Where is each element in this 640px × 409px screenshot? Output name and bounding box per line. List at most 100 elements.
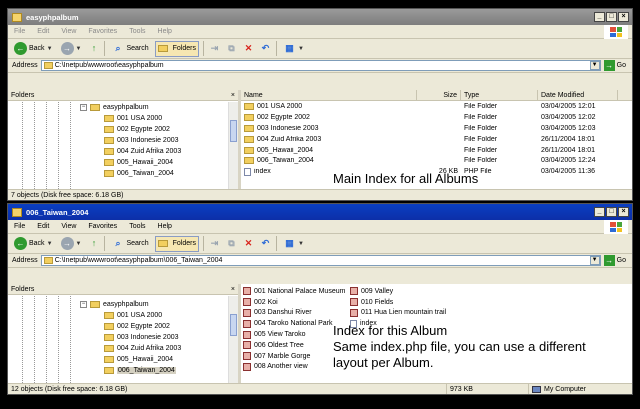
views-button[interactable]: ▦ ▼ [281, 41, 306, 57]
list-item[interactable]: 011 Hua Lien mountain trail [350, 308, 450, 319]
close-icon[interactable]: × [231, 286, 235, 293]
folder-icon [90, 301, 100, 308]
copy-to-icon[interactable]: ⧉ [225, 237, 238, 250]
title-bar[interactable]: 006_Taiwan_2004 _ □ × [8, 204, 632, 220]
forward-button[interactable]: → ▼ [59, 41, 84, 57]
undo-icon[interactable]: ↶ [259, 237, 272, 250]
list-item[interactable]: 002 Koi [243, 297, 350, 308]
search-button[interactable]: ⌕ Search [109, 41, 150, 57]
menu-file[interactable]: File [14, 28, 25, 35]
list-item[interactable]: 001 USA 2000 File Folder 03/04/2005 12:01 [241, 101, 632, 112]
tree-item[interactable]: 002 Egypte 2002 [8, 321, 228, 332]
menu-favorites[interactable]: Favorites [88, 28, 117, 35]
delete-icon[interactable]: ✕ [242, 237, 255, 250]
vertical-scrollbar[interactable] [228, 102, 238, 189]
column-size[interactable]: Size [417, 90, 461, 100]
move-to-icon[interactable]: ⇥ [208, 42, 221, 55]
title-bar[interactable]: easyphpalbum _ □ × [8, 9, 632, 25]
column-date-modified[interactable]: Date Modified [538, 90, 618, 100]
address-input[interactable]: C:\Inetpub\wwwroot\easyphpalbum\006_Taiw… [40, 255, 601, 266]
vertical-scrollbar[interactable] [228, 296, 238, 383]
go-button[interactable]: → Go [603, 255, 632, 266]
menu-view[interactable]: View [61, 28, 76, 35]
collapse-icon[interactable]: − [80, 301, 87, 308]
list-item[interactable]: 010 Fields [350, 297, 450, 308]
list-item[interactable]: 006_Taiwan_2004 File Folder 03/04/2005 12:… [241, 155, 632, 166]
search-button[interactable]: ⌕ Search [109, 236, 150, 252]
delete-icon[interactable]: ✕ [242, 42, 255, 55]
close-icon[interactable]: × [231, 92, 235, 99]
forward-button[interactable]: → ▼ [59, 236, 84, 252]
chevron-down-icon: ▼ [46, 45, 53, 52]
menu-edit[interactable]: Edit [37, 223, 49, 230]
go-button[interactable]: → Go [603, 60, 632, 71]
back-button[interactable]: ← Back ▼ [12, 41, 55, 57]
tree-item[interactable]: 001 USA 2000 [8, 113, 228, 124]
back-label: Back [29, 240, 45, 247]
list-item[interactable]: 004 Zuid Afrika 2003 File Folder 26/11/200… [241, 134, 632, 145]
maximize-button[interactable]: □ [606, 207, 617, 217]
up-folder-icon[interactable]: ↑ [87, 237, 100, 250]
tree-item-easyphpalbum[interactable]: − easyphpalbum [8, 102, 228, 113]
folder-icon [104, 115, 114, 122]
list-item[interactable]: 005_Hawaii_2004 File Folder 26/11/2004 18:… [241, 145, 632, 156]
views-button[interactable]: ▦ ▼ [281, 236, 306, 252]
folder-icon [104, 367, 114, 374]
close-button[interactable]: × [618, 207, 629, 217]
image-file-icon [243, 352, 251, 361]
move-to-icon[interactable]: ⇥ [208, 237, 221, 250]
tree-item[interactable]: 005_Hawaii_2004 [8, 157, 228, 168]
tree-item[interactable]: 005_Hawaii_2004 [8, 354, 228, 365]
menu-file[interactable]: File [14, 223, 25, 230]
address-input[interactable]: C:\Inetpub\wwwroot\easyphpalbum ▼ [40, 60, 601, 71]
list-item[interactable]: 003 Danshui River [243, 308, 350, 319]
php-file-icon [244, 167, 251, 176]
tree-item[interactable]: 003 Indonesie 2003 [8, 135, 228, 146]
maximize-button[interactable]: □ [606, 12, 617, 22]
folders-button[interactable]: Folders [154, 235, 199, 252]
list-item-type: File Folder [464, 124, 498, 132]
go-label: Go [616, 62, 626, 69]
copy-to-icon[interactable]: ⧉ [225, 42, 238, 55]
column-type[interactable]: Type [461, 90, 538, 100]
image-file-icon [350, 308, 358, 317]
close-button[interactable]: × [618, 12, 629, 22]
back-label: Back [29, 45, 45, 52]
back-button[interactable]: ← Back ▼ [12, 236, 55, 252]
list-item[interactable]: 003 Indonesie 2003 File Folder 03/04/2005 … [241, 123, 632, 134]
list-item[interactable]: 009 Valley [350, 286, 450, 297]
menu-tools[interactable]: Tools [129, 28, 145, 35]
menu-help[interactable]: Help [158, 223, 172, 230]
menu-favorites[interactable]: Favorites [88, 223, 117, 230]
minimize-button[interactable]: _ [594, 12, 605, 22]
scrollbar-thumb[interactable] [230, 314, 237, 336]
minimize-button[interactable]: _ [594, 207, 605, 217]
folder-icon [244, 146, 254, 154]
list-item[interactable]: 001 National Palace Museum [243, 286, 350, 297]
menu-tools[interactable]: Tools [129, 223, 145, 230]
tree-item[interactable]: 002 Egypte 2002 [8, 124, 228, 135]
tree-item[interactable]: 003 Indonesie 2003 [8, 332, 228, 343]
column-name[interactable]: Name [241, 90, 417, 100]
undo-icon[interactable]: ↶ [259, 42, 272, 55]
tree-item[interactable]: 004 Zuid Afrika 2003 [8, 146, 228, 157]
tree-item-selected[interactable]: 006_Taiwan_2004 [8, 365, 228, 376]
scrollbar-thumb[interactable] [230, 120, 237, 142]
menu-edit[interactable]: Edit [37, 28, 49, 35]
image-file-icon [243, 330, 251, 339]
menu-help[interactable]: Help [158, 28, 172, 35]
folders-button[interactable]: Folders [154, 40, 199, 57]
search-icon: ⌕ [115, 43, 121, 53]
chevron-down-icon[interactable]: ▼ [589, 61, 600, 70]
chevron-down-icon[interactable]: ▼ [589, 256, 600, 265]
tree-item[interactable]: 006_Taiwan_2004 [8, 168, 228, 179]
up-folder-icon[interactable]: ↑ [87, 42, 100, 55]
caption-line: Same index.php file, you can use a diffe… [333, 339, 586, 370]
tree-item[interactable]: 001 USA 2000 [8, 310, 228, 321]
menu-view[interactable]: View [61, 223, 76, 230]
collapse-icon[interactable]: − [80, 104, 87, 111]
search-label: Search [126, 240, 149, 247]
tree-item[interactable]: 004 Zuid Afrika 2003 [8, 343, 228, 354]
list-item[interactable]: 002 Egypte 2002 File Folder 03/04/2005 12:… [241, 112, 632, 123]
tree-item-easyphpalbum[interactable]: − easyphpalbum [8, 299, 228, 310]
